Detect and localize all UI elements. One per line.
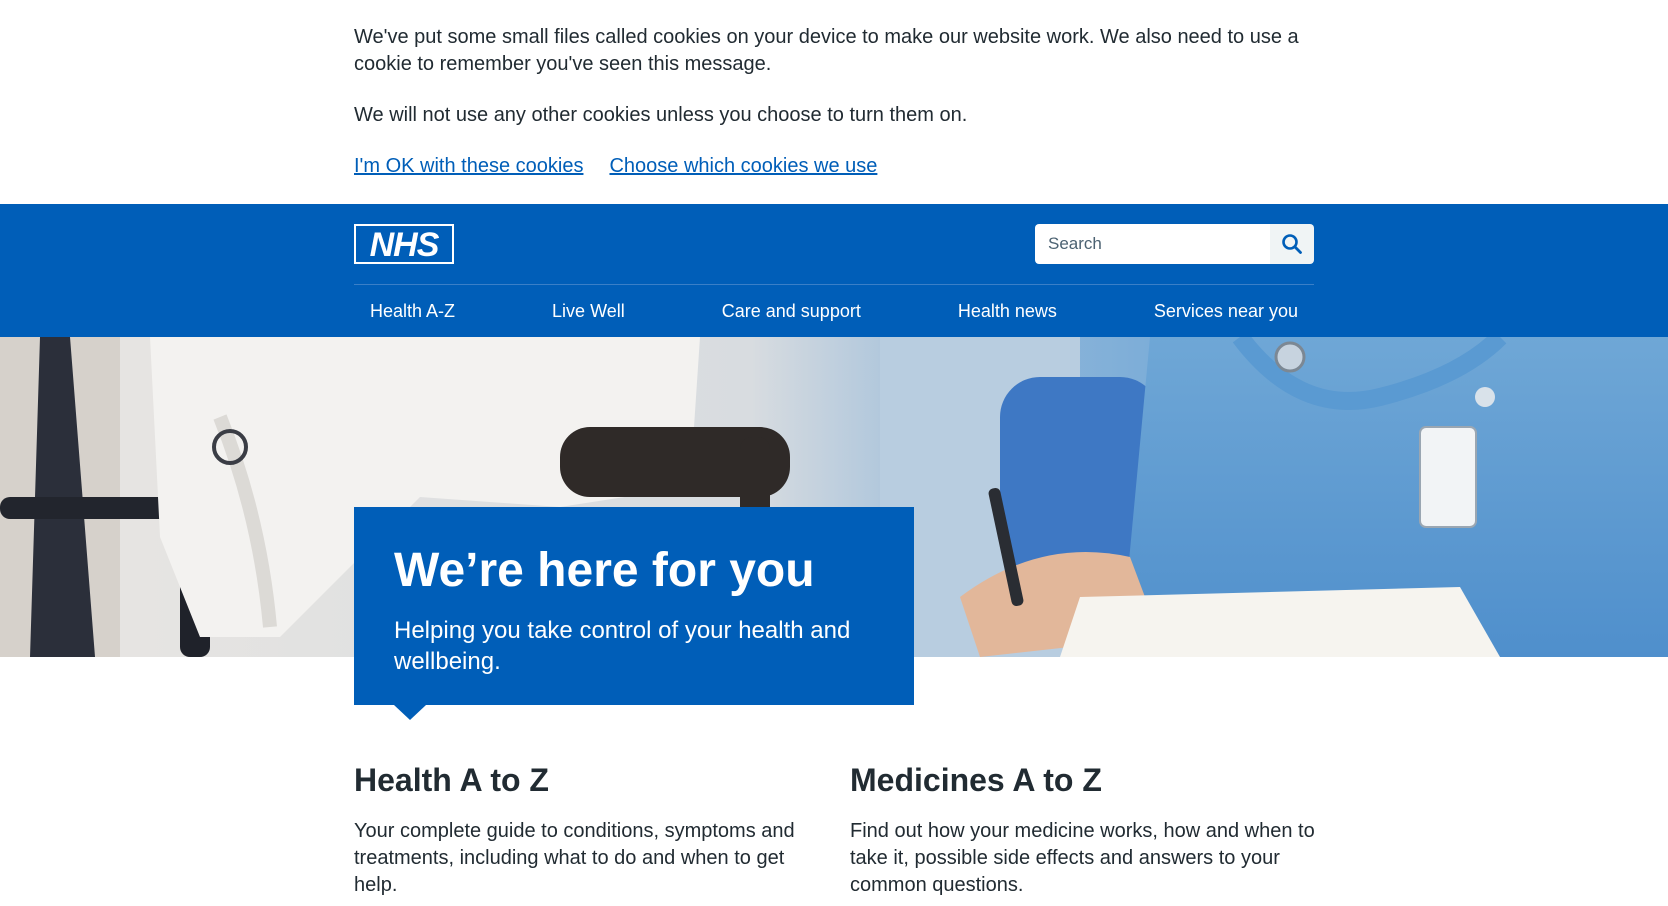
nav-item-live-well[interactable]: Live Well xyxy=(552,301,625,322)
hero-panel: We’re here for you Helping you take cont… xyxy=(354,507,914,705)
nhs-logo[interactable]: NHS xyxy=(354,224,454,264)
hero-title: We’re here for you xyxy=(394,544,815,597)
cookie-banner-content: We've put some small files called cookie… xyxy=(354,24,1314,180)
accept-cookies-link[interactable]: I'm OK with these cookies xyxy=(354,153,583,180)
card-description: Your complete guide to conditions, sympt… xyxy=(354,820,795,896)
nav-item-health-news[interactable]: Health news xyxy=(958,301,1057,322)
header-container: NHS Health A-Z Live Well Care and suppor… xyxy=(354,204,1314,337)
cookie-banner: We've put some small files called cookie… xyxy=(0,0,1668,204)
card-title[interactable]: Health A to Z xyxy=(354,760,824,800)
search-icon xyxy=(1282,234,1302,254)
card-title[interactable]: Medicines A to Z xyxy=(850,760,1320,800)
main-navigation: Health A-Z Live Well Care and support He… xyxy=(354,285,1314,337)
cookie-notice: We will not use any other cookies unless… xyxy=(354,104,968,126)
cookie-actions: I'm OK with these cookies Choose which c… xyxy=(354,153,1314,180)
search-input[interactable] xyxy=(1035,224,1270,264)
card-health-a-to-z: Health A to Z Your complete guide to con… xyxy=(354,760,824,899)
search-button[interactable] xyxy=(1270,224,1314,264)
hero-subtitle: Helping you take control of your health … xyxy=(394,617,851,675)
choose-cookies-link[interactable]: Choose which cookies we use xyxy=(609,153,877,180)
search-form xyxy=(1035,224,1314,264)
site-header: NHS Health A-Z Live Well Care and suppor… xyxy=(0,204,1668,337)
nav-item-services-near-you[interactable]: Services near you xyxy=(1154,301,1298,322)
card-medicines-a-to-z: Medicines A to Z Find out how your medic… xyxy=(850,760,1320,899)
card-description: Find out how your medicine works, how an… xyxy=(850,820,1315,896)
nhs-logo-icon: NHS xyxy=(354,224,454,264)
nav-item-care-and-support[interactable]: Care and support xyxy=(722,301,861,322)
logo-text: NHS xyxy=(370,226,440,264)
nav-item-health-a-z[interactable]: Health A-Z xyxy=(370,301,455,322)
hero-panel-arrow xyxy=(394,705,426,720)
cookie-message: We've put some small files called cookie… xyxy=(354,26,1299,75)
